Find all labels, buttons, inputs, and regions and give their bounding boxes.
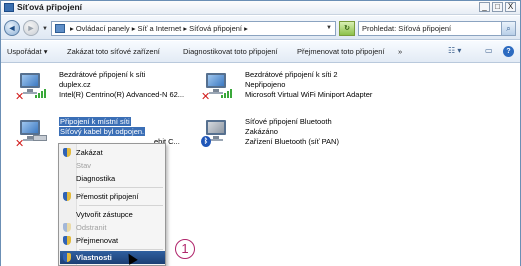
menu-item-create-shortcut[interactable]: Vytvořit zástupce xyxy=(60,208,165,221)
connection-name: Bezdrátové připojení k síti 2 xyxy=(245,70,338,79)
connection-status: duplex.cz xyxy=(59,80,91,89)
connection-item-wireless-1[interactable]: ✕ Bezdrátové připojení k síti duplex.cz … xyxy=(15,70,215,104)
search-icon[interactable]: ⌕ xyxy=(501,22,515,35)
menu-item-rename[interactable]: Přejmenovat xyxy=(60,234,165,247)
menu-item-label: Diagnostika xyxy=(76,174,116,183)
history-dropdown-icon[interactable]: ▼ xyxy=(42,26,48,32)
step-callout: 1 xyxy=(175,239,195,259)
menu-item-diagnostics[interactable]: Diagnostika xyxy=(60,172,165,185)
address-path[interactable]: ▸ Ovládací panely ▸ Síť a Internet ▸ Síť… xyxy=(70,24,248,33)
uac-shield-icon xyxy=(63,253,71,262)
forward-button[interactable]: ► xyxy=(23,20,39,36)
command-bar: Uspořádat ▾ Zakázat toto síťové zařízení… xyxy=(1,41,520,63)
uac-shield-icon xyxy=(63,148,71,157)
menu-separator xyxy=(79,187,163,188)
menu-item-label: Zakázat xyxy=(76,148,103,157)
menu-separator xyxy=(79,205,163,206)
connection-name: Bezdrátové připojení k síti xyxy=(59,70,146,79)
diagnose-button[interactable]: Diagnostikovat toto připojení xyxy=(183,47,278,56)
connection-device: Zařízení Bluetooth (síť PAN) xyxy=(245,137,339,146)
menu-item-disable[interactable]: Zakázat xyxy=(60,146,165,159)
connection-status: Nepřipojeno xyxy=(245,80,286,89)
menu-item-label: Vlastnosti xyxy=(76,253,112,262)
connection-name: Síťové připojení Bluetooth xyxy=(245,117,332,126)
close-button[interactable]: X xyxy=(505,2,516,12)
wired-connection-icon: ✕ xyxy=(15,117,47,150)
view-options-icon[interactable]: ☷ ▾ xyxy=(448,46,461,57)
uac-shield-icon xyxy=(63,192,71,201)
back-button[interactable]: ◄ xyxy=(4,20,20,36)
address-dropdown-icon[interactable]: ▼ xyxy=(326,25,332,31)
network-folder-icon xyxy=(4,3,14,12)
disable-device-button[interactable]: Zakázat toto síťové zařízení xyxy=(67,47,160,56)
menu-separator xyxy=(79,249,163,250)
connection-item-bluetooth[interactable]: ᛒ Síťové připojení Bluetooth Zakázáno Za… xyxy=(201,117,421,151)
help-icon[interactable]: ? xyxy=(503,46,514,57)
menu-item-label: Přejmenovat xyxy=(76,236,119,245)
connection-status: Síťový kabel byl odpojen. xyxy=(59,127,146,136)
maximize-button[interactable]: □ xyxy=(492,2,503,12)
rename-button[interactable]: Přejmenovat toto připojení xyxy=(297,47,385,56)
menu-item-status[interactable]: Stav xyxy=(60,159,165,172)
title-bar: Síťová připojení _ □ X xyxy=(1,1,520,15)
menu-item-bridge[interactable]: Přemostit připojení xyxy=(60,190,165,203)
window-title: Síťová připojení xyxy=(17,2,82,12)
organize-label: Uspořádat xyxy=(7,47,42,56)
minimize-button[interactable]: _ xyxy=(479,2,490,12)
more-commands-button[interactable]: » xyxy=(398,47,402,56)
uac-shield-icon xyxy=(63,223,71,232)
context-menu: Zakázat Stav Diagnostika Přemostit připo… xyxy=(58,143,166,266)
connection-status: Zakázáno xyxy=(245,127,278,136)
menu-item-properties[interactable]: Vlastnosti xyxy=(60,251,165,264)
address-row: ◄ ► ▼ ▸ Ovládací panely ▸ Síť a Internet… xyxy=(1,16,520,40)
connection-name: Připojení k místní síti xyxy=(59,117,131,126)
wireless-connection-icon: ✕ xyxy=(15,70,46,103)
wireless-connection-icon: ✕ xyxy=(201,70,232,103)
control-panel-icon xyxy=(55,24,65,33)
connection-device: Intel(R) Centrino(R) Advanced-N 62... xyxy=(59,90,185,99)
menu-item-label: Odstranit xyxy=(76,223,107,232)
address-bar[interactable]: ▸ Ovládací panely ▸ Síť a Internet ▸ Síť… xyxy=(51,21,336,36)
menu-item-label: Vytvořit zástupce xyxy=(76,210,133,219)
menu-item-delete[interactable]: Odstranit xyxy=(60,221,165,234)
preview-pane-icon[interactable]: ▭ xyxy=(485,46,493,57)
uac-shield-icon xyxy=(63,236,71,245)
connection-device: Microsoft Virtual WiFi Miniport Adapter xyxy=(245,90,373,99)
menu-item-label: Přemostit připojení xyxy=(76,192,139,201)
organize-menu[interactable]: Uspořádat ▾ xyxy=(7,47,47,56)
search-box[interactable]: Prohledat: Síťová připojení ⌕ xyxy=(358,21,516,36)
bluetooth-connection-icon: ᛒ xyxy=(201,117,231,147)
search-input[interactable]: Prohledat: Síťová připojení xyxy=(362,24,451,33)
refresh-button[interactable]: ↻ xyxy=(339,21,355,36)
menu-item-label: Stav xyxy=(76,161,92,170)
network-connections-window: Síťová připojení _ □ X ◄ ► ▼ ▸ Ovládací … xyxy=(0,0,521,266)
connection-item-wireless-2[interactable]: ✕ Bezdrátové připojení k síti 2 Nepřipoj… xyxy=(201,70,421,104)
